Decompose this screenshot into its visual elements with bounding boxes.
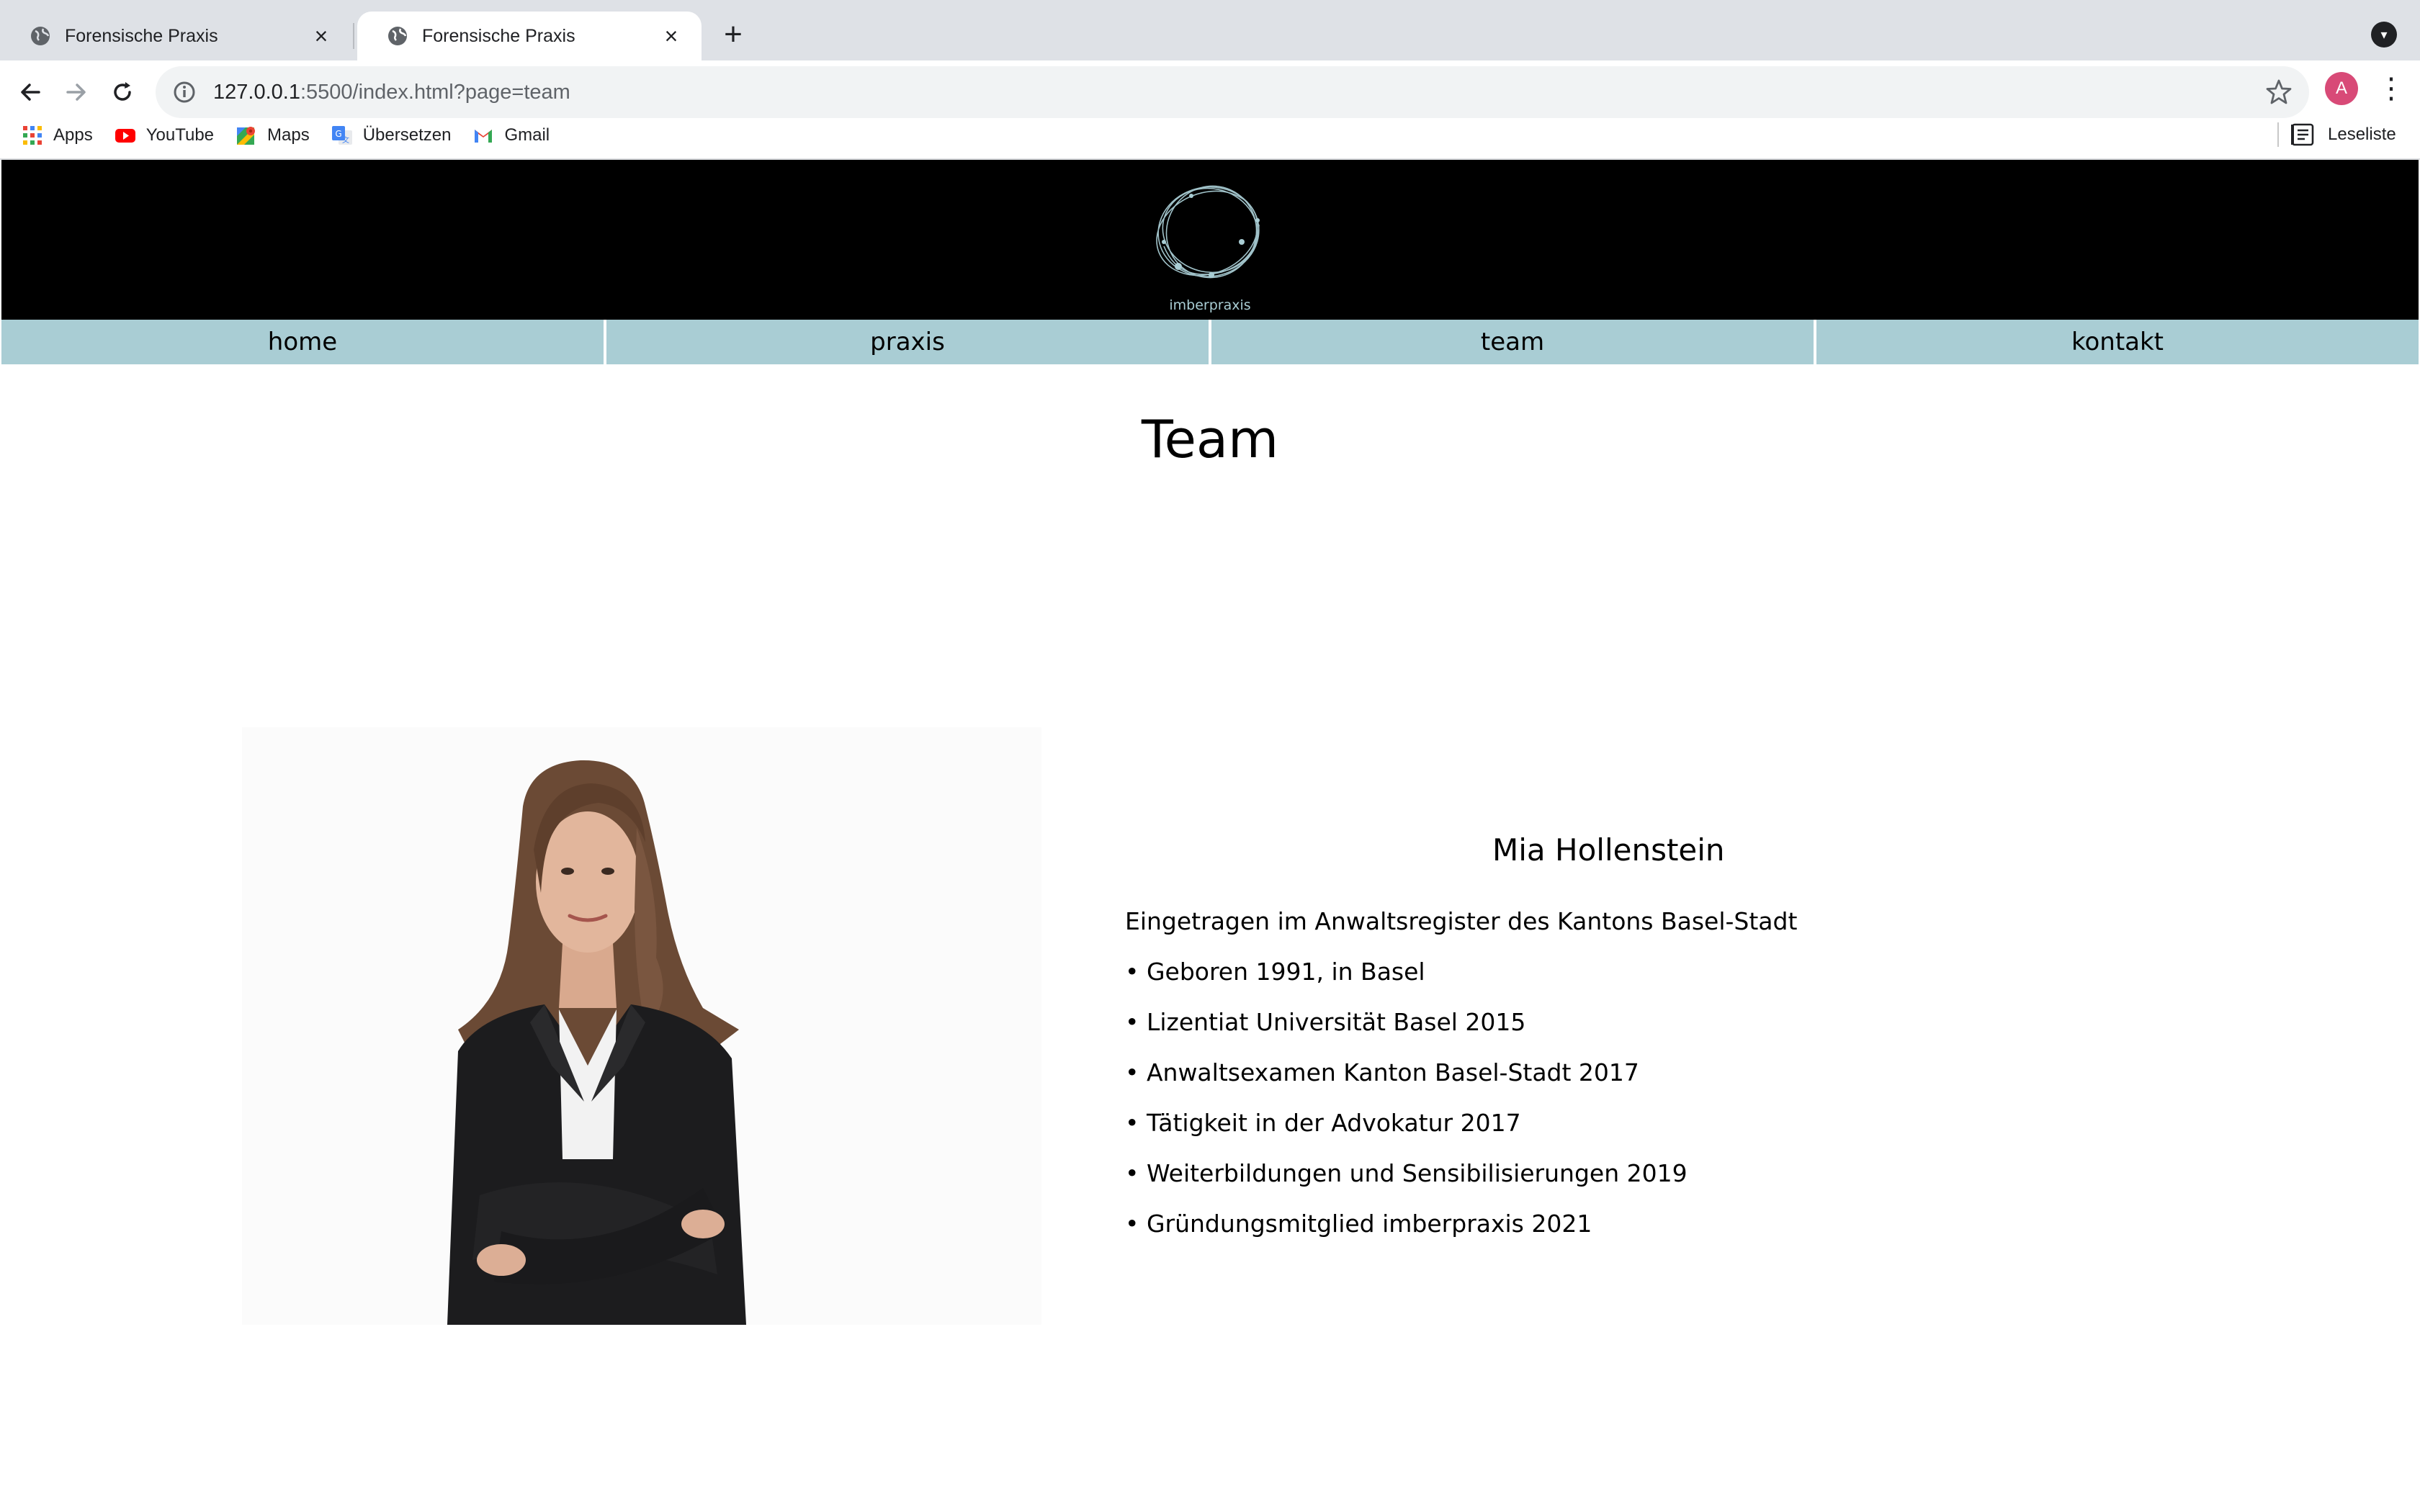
bookmark-youtube[interactable]: YouTube — [115, 125, 214, 146]
url-host: 127.0.0.1 — [213, 80, 300, 104]
gmail-icon — [475, 130, 493, 143]
page-title: Team — [1141, 409, 1279, 469]
nav-kontakt[interactable]: kontakt — [1816, 320, 2419, 364]
tab-strip: Forensische Praxis × Forensische Praxis … — [0, 0, 2420, 60]
globe-icon — [31, 27, 50, 45]
reading-list-button[interactable]: Leseliste — [2290, 117, 2396, 153]
bio-line: • Tätigkeit in der Advokatur 2017 — [1125, 1109, 1521, 1137]
bookmark-translate[interactable]: G文 Übersetzen — [331, 125, 452, 146]
bio-line: • Gründungsmitglied imberpraxis 2021 — [1125, 1210, 1592, 1238]
bookmarks-separator — [2277, 122, 2279, 147]
translate-icon: G文 — [331, 126, 352, 145]
bookmark-label: Apps — [53, 125, 93, 145]
tab-separator — [353, 23, 354, 49]
bookmark-apps[interactable]: Apps — [22, 125, 93, 146]
bio-line: • Lizentiat Universität Basel 2015 — [1125, 1008, 1526, 1036]
close-icon[interactable]: × — [308, 23, 334, 50]
more-menu-icon[interactable]: ⋮ — [2377, 71, 2406, 107]
address-bar[interactable]: 127.0.0.1:5500/index.html?page=team — [156, 66, 2309, 118]
member-name: Mia Hollenstein — [1492, 832, 1725, 868]
bookmark-gmail[interactable]: Gmail — [472, 125, 550, 146]
tab-title: Forensische Praxis — [65, 25, 218, 46]
info-icon[interactable] — [171, 79, 197, 105]
bio-line: • Anwaltsexamen Kanton Basel-Stadt 2017 — [1125, 1058, 1639, 1086]
nav-home[interactable]: home — [1, 320, 604, 364]
reload-button[interactable] — [101, 71, 144, 114]
bookmark-maps[interactable]: Maps — [236, 125, 310, 146]
bookmark-label: Übersetzen — [362, 125, 452, 145]
bio-line: • Geboren 1991, in Basel — [1125, 958, 1425, 986]
close-icon[interactable]: × — [658, 23, 684, 50]
arrow-left-icon — [21, 84, 40, 101]
bookmark-label: Maps — [267, 125, 310, 145]
apps-grid-icon — [23, 126, 42, 145]
new-tab-button[interactable]: + — [716, 17, 750, 52]
nav-praxis[interactable]: praxis — [606, 320, 1209, 364]
imberpraxis-logo[interactable]: imberpraxis — [1150, 181, 1270, 315]
profile-avatar[interactable]: A — [2325, 72, 2358, 105]
tab-title: Forensische Praxis — [422, 25, 575, 46]
reading-list-label: Leseliste — [2328, 125, 2396, 144]
bio-line: • Weiterbildungen und Sensibilisierungen… — [1125, 1159, 1688, 1187]
bookmark-star-icon[interactable] — [2264, 78, 2293, 107]
url-text[interactable]: 127.0.0.1:5500/index.html?page=team — [213, 81, 570, 104]
browser-tab-1[interactable]: Forensische Praxis × — [0, 12, 351, 60]
nav-team[interactable]: team — [1211, 320, 1814, 364]
forward-button[interactable] — [55, 71, 98, 114]
bookmark-label: Gmail — [504, 125, 550, 145]
maps-icon — [237, 127, 256, 145]
bookmark-label: YouTube — [145, 125, 215, 145]
url-path: :5500/index.html?page=team — [300, 80, 570, 104]
svg-text:G: G — [335, 129, 341, 139]
logo-text: imberpraxis — [1169, 297, 1250, 313]
tab-search-icon[interactable]: ▾ — [2371, 22, 2397, 48]
bio-line: Eingetragen im Anwaltsregister des Kanto… — [1125, 907, 1798, 935]
reading-list-icon — [2291, 123, 2314, 146]
back-button[interactable] — [9, 71, 52, 114]
youtube-icon — [115, 129, 135, 143]
arrow-right-icon — [66, 84, 86, 101]
main-navigation: home praxis team kontakt — [1, 320, 2419, 364]
browser-tab-2[interactable]: Forensische Praxis × — [357, 12, 702, 60]
portrait-illustration — [447, 760, 746, 1325]
team-member-photo — [242, 727, 1041, 1325]
globe-icon — [388, 27, 407, 45]
svg-text:文: 文 — [342, 135, 349, 145]
reload-icon — [114, 82, 131, 101]
bookmarks-bar: Apps YouTube Maps G文 Übersetzen Gmail — [0, 112, 2420, 158]
